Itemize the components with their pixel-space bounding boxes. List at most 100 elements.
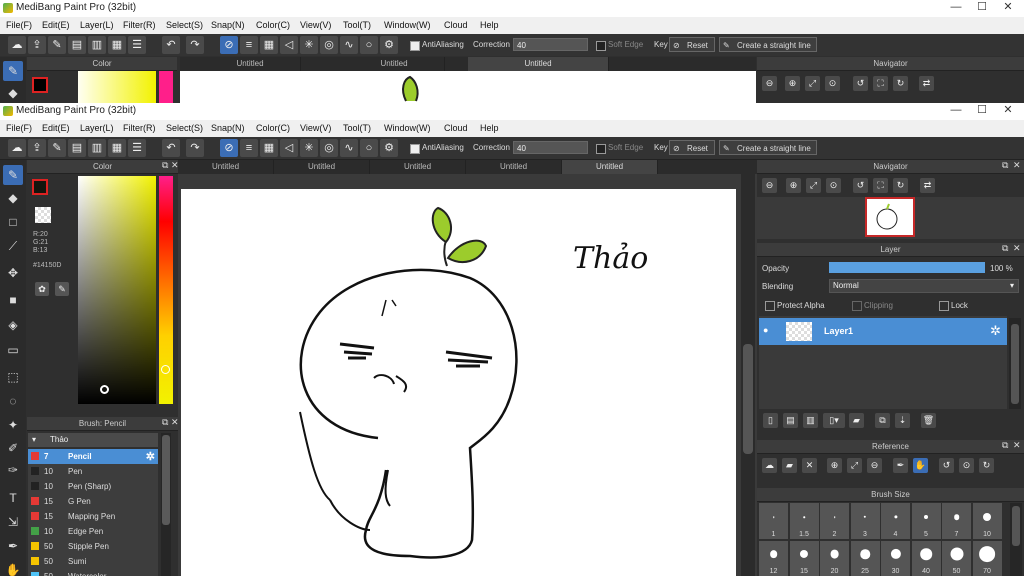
- zoom-icon[interactable]: ⊙: [826, 178, 841, 193]
- select-tool-icon[interactable]: ⬚: [3, 367, 23, 387]
- hand-icon[interactable]: ✋: [913, 458, 928, 473]
- reset-rotation-icon[interactable]: ⊙: [959, 458, 974, 473]
- zoom-out-icon[interactable]: ⊖: [762, 178, 777, 193]
- tab-untitled-3[interactable]: Untitled: [370, 160, 466, 174]
- maximize-icon[interactable]: ☐: [970, 0, 994, 14]
- parallel-snap-icon[interactable]: ≡: [240, 139, 258, 157]
- list-page-icon[interactable]: ☰: [128, 139, 146, 157]
- correction-select[interactable]: 40: [513, 141, 588, 154]
- rotate-right-icon[interactable]: ↻: [893, 76, 908, 91]
- menu-window[interactable]: Window(W): [384, 20, 431, 30]
- redo-icon[interactable]: ↷: [186, 139, 204, 157]
- brush-size-cell[interactable]: 70: [972, 541, 1002, 576]
- magic-wand-tool-icon[interactable]: ✦: [3, 415, 23, 435]
- line-tool-icon[interactable]: ⟋: [3, 236, 23, 256]
- menu-cloud[interactable]: Cloud: [444, 20, 468, 30]
- menu-filter[interactable]: Filter(R): [123, 123, 156, 133]
- eraser-tool-icon[interactable]: ◆: [3, 83, 23, 103]
- close-reference-icon[interactable]: ✕: [802, 458, 817, 473]
- color-picker-area[interactable]: [78, 71, 156, 103]
- select-pen-tool-icon[interactable]: ✐: [3, 438, 23, 458]
- brush-size-cell[interactable]: 50: [942, 541, 971, 576]
- zoom-icon[interactable]: ⊙: [825, 76, 840, 91]
- lasso-tool-icon[interactable]: ◌: [3, 391, 23, 411]
- redo-icon[interactable]: ↷: [186, 36, 204, 54]
- brush-item[interactable]: 50 Stipple Pen: [28, 539, 158, 555]
- brush-size-cell[interactable]: 12: [759, 541, 788, 576]
- fit-icon[interactable]: ⤢: [847, 458, 862, 473]
- circle-snap-icon[interactable]: ◎: [320, 36, 338, 54]
- canvas-area[interactable]: Thảo: [181, 189, 736, 576]
- move-tool-icon[interactable]: ✥: [3, 263, 23, 283]
- soft-edge-checkbox[interactable]: [596, 144, 606, 154]
- curve-snap-icon[interactable]: ∿: [340, 139, 358, 157]
- panel-float-icon[interactable]: ⧉: [162, 417, 168, 428]
- menu-select[interactable]: Select(S): [166, 20, 203, 30]
- fit-icon[interactable]: ⤢: [805, 76, 820, 91]
- panel-float-icon[interactable]: ⧉: [1002, 243, 1008, 254]
- lock-checkbox[interactable]: [939, 301, 949, 311]
- brush-item[interactable]: 50 Watercolor: [28, 569, 158, 576]
- rotate-left-icon[interactable]: ↺: [939, 458, 954, 473]
- menu-layer[interactable]: Layer(L): [80, 123, 114, 133]
- panel-float-icon[interactable]: ⧉: [1002, 160, 1008, 171]
- cross-snap-icon[interactable]: ▦: [260, 139, 278, 157]
- brush-item[interactable]: 7 Pencil ✲: [28, 449, 158, 465]
- undo-icon[interactable]: ↶: [162, 36, 180, 54]
- flip-icon[interactable]: ⇄: [920, 178, 935, 193]
- ring-snap-icon[interactable]: ○: [360, 36, 378, 54]
- brush-size-cell[interactable]: 15: [789, 541, 819, 576]
- menu-edit[interactable]: Edit(E): [42, 123, 70, 133]
- grid-page-icon[interactable]: ▦: [108, 36, 126, 54]
- brush-size-cell[interactable]: 4: [881, 503, 910, 539]
- menu-file[interactable]: File(F): [6, 123, 32, 133]
- brush-list-scrollbar[interactable]: [161, 433, 171, 576]
- duplicate-layer-icon[interactable]: ⧉: [875, 413, 890, 428]
- brush-size-cell[interactable]: 2: [820, 503, 849, 539]
- menu-color[interactable]: Color(C): [256, 20, 290, 30]
- eyedropper-tool-icon[interactable]: ✒: [3, 536, 23, 556]
- tab-untitled-2[interactable]: Untitled: [274, 160, 370, 174]
- menu-select[interactable]: Select(S): [166, 123, 203, 133]
- antialiasing-checkbox[interactable]: [410, 41, 420, 51]
- menu-file[interactable]: File(F): [6, 20, 32, 30]
- document-icon[interactable]: ▥: [88, 139, 106, 157]
- menu-snap[interactable]: Snap(N): [211, 20, 245, 30]
- menu-help[interactable]: Help: [480, 20, 499, 30]
- open-folder-icon[interactable]: ▰: [782, 458, 797, 473]
- panel-float-icon[interactable]: ⧉: [1002, 440, 1008, 451]
- brush-scroll-thumb[interactable]: [162, 435, 170, 525]
- minimize-icon[interactable]: —: [944, 0, 968, 14]
- brush-tool-icon[interactable]: ✎: [3, 165, 23, 185]
- folder-icon[interactable]: ▰: [849, 413, 864, 428]
- canvas-area[interactable]: [180, 71, 756, 103]
- brush-tool-icon[interactable]: ✎: [3, 61, 23, 81]
- fill-rect-tool-icon[interactable]: ■: [3, 290, 23, 310]
- brush-size-cell[interactable]: 1.5: [789, 503, 819, 539]
- undo-icon[interactable]: ↶: [162, 139, 180, 157]
- menu-tool[interactable]: Tool(T): [343, 123, 371, 133]
- vanishing-snap-icon[interactable]: ◁: [280, 139, 298, 157]
- color-settings-icon[interactable]: ✎: [55, 282, 69, 296]
- hue-handle[interactable]: [161, 365, 170, 374]
- brush-size-cell[interactable]: 30: [881, 541, 910, 576]
- menu-cloud[interactable]: Cloud: [444, 123, 468, 133]
- menu-edit[interactable]: Edit(E): [42, 20, 70, 30]
- cloud-icon[interactable]: ☁: [8, 36, 26, 54]
- add-layer-menu-icon[interactable]: ▯▾: [823, 413, 845, 428]
- tab-untitled-1[interactable]: Untitled: [178, 160, 274, 174]
- menu-filter[interactable]: Filter(R): [123, 20, 156, 30]
- antialiasing-checkbox[interactable]: [410, 144, 420, 154]
- straight-line-button[interactable]: ✎ Create a straight line: [719, 37, 817, 52]
- operation-tool-icon[interactable]: ⇲: [3, 512, 23, 532]
- zoom-in-icon[interactable]: ⊕: [785, 76, 800, 91]
- layer-scroll-thumb[interactable]: [1011, 324, 1019, 404]
- flip-icon[interactable]: ⇄: [919, 76, 934, 91]
- color-picker-area[interactable]: [78, 176, 156, 404]
- panel-close-icon[interactable]: ✕: [1013, 243, 1021, 254]
- secondary-color-swatch[interactable]: [35, 207, 51, 223]
- comment-icon[interactable]: ✎: [48, 36, 66, 54]
- brush-size-scroll-thumb[interactable]: [1012, 506, 1020, 546]
- brush-item[interactable]: 10 Pen (Sharp): [28, 479, 158, 495]
- curve-snap-icon[interactable]: ∿: [340, 36, 358, 54]
